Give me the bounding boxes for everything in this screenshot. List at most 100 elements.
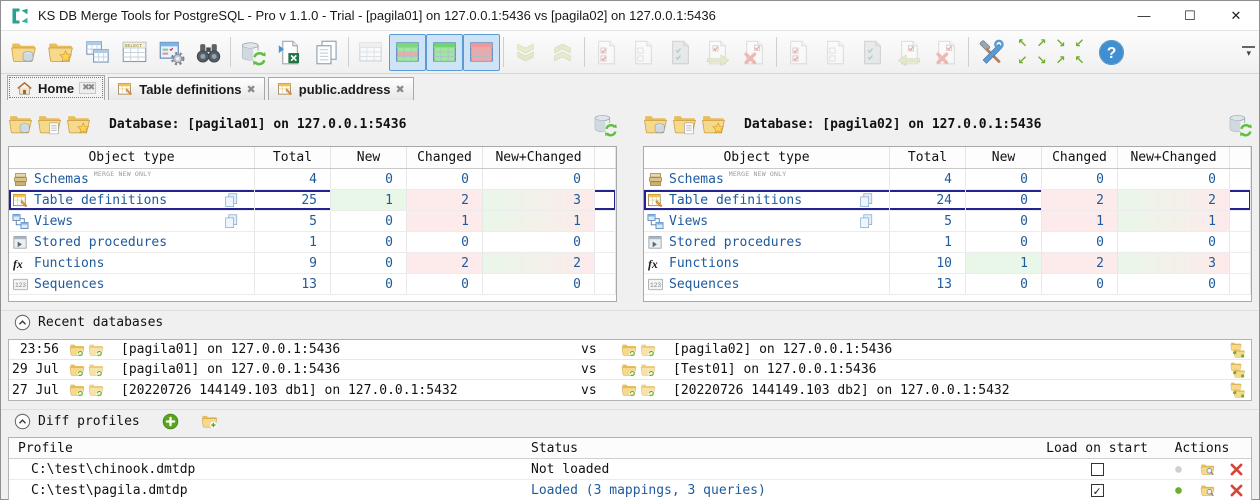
- object-type-label[interactable]: Functions: [34, 256, 104, 271]
- diff-profile-row[interactable]: C:\test\chinook.dmtdpNot loaded: [9, 459, 1251, 480]
- show-grid-button[interactable]: [352, 34, 389, 71]
- check-identical-right-button[interactable]: [854, 34, 891, 71]
- object-type-row[interactable]: 123Sequences13000: [9, 274, 616, 295]
- open-right-database-button[interactable]: [621, 342, 637, 358]
- open-right-database-button[interactable]: [621, 382, 637, 398]
- object-type-row[interactable]: Views5011: [644, 211, 1251, 232]
- refresh-left-database-button[interactable]: [592, 112, 617, 137]
- export-excel-button[interactable]: [271, 34, 308, 71]
- open-right-script-button[interactable]: [640, 342, 656, 358]
- panel-arrow-icon[interactable]: ↗: [1032, 35, 1051, 52]
- open-pair-button[interactable]: [1230, 362, 1246, 378]
- uncheck-all-left-button[interactable]: [625, 34, 662, 71]
- copy-button[interactable]: [308, 34, 345, 71]
- delete-profile-button[interactable]: [1229, 483, 1244, 498]
- data-diff-button[interactable]: SELECT: [116, 34, 153, 71]
- open-pair-button[interactable]: [1230, 342, 1246, 358]
- copy-objects-button[interactable]: [223, 192, 240, 209]
- open-right-script-button[interactable]: [672, 112, 697, 137]
- object-type-label[interactable]: Schemas: [669, 172, 724, 187]
- open-left-script-button[interactable]: [88, 362, 104, 378]
- open-left-recent-button[interactable]: [66, 112, 91, 137]
- show-new-rows-button[interactable]: [426, 34, 463, 71]
- recent-database-row[interactable]: 29 Jul[pagila01] on 127.0.0.1:5436vs[Tes…: [9, 360, 1251, 380]
- recent-database-row[interactable]: 23:56[pagila01] on 127.0.0.1:5436vs[pagi…: [9, 340, 1251, 360]
- open-right-script-button[interactable]: [640, 382, 656, 398]
- settings-button[interactable]: [972, 34, 1009, 71]
- object-type-row[interactable]: SchemasMERGE NEW ONLY4000: [644, 169, 1251, 190]
- object-type-label[interactable]: Functions: [669, 256, 739, 271]
- open-comparison-button[interactable]: [5, 34, 42, 71]
- new-comparison-button[interactable]: [42, 34, 79, 71]
- check-all-left-button[interactable]: [588, 34, 625, 71]
- diff-options-button[interactable]: [153, 34, 190, 71]
- open-left-script-button[interactable]: [88, 342, 104, 358]
- object-type-row[interactable]: 123Sequences13000: [644, 274, 1251, 295]
- object-type-row[interactable]: Views5011: [9, 211, 616, 232]
- load-on-start-checkbox[interactable]: ✓: [1091, 484, 1104, 497]
- browse-profile-button[interactable]: [1200, 462, 1215, 477]
- close-all-tabs-icon[interactable]: ✖✖: [79, 82, 96, 94]
- object-type-row[interactable]: Table definitions25123: [9, 190, 616, 211]
- object-type-row[interactable]: SchemasMERGE NEW ONLY4000: [9, 169, 616, 190]
- apply-to-right-button[interactable]: [699, 34, 736, 71]
- tab-public-address[interactable]: public.address✖: [268, 77, 414, 100]
- open-right-database-button[interactable]: [643, 112, 668, 137]
- uncheck-all-right-button[interactable]: [817, 34, 854, 71]
- maximize-button[interactable]: ☐: [1167, 1, 1213, 30]
- sync-down-button[interactable]: [507, 34, 544, 71]
- refresh-databases-button[interactable]: [234, 34, 271, 71]
- object-type-label[interactable]: Views: [34, 214, 73, 229]
- show-all-rows-button[interactable]: [389, 34, 426, 71]
- toolbar-overflow-button[interactable]: ▾: [1242, 46, 1255, 58]
- open-left-database-button[interactable]: [8, 112, 33, 137]
- open-right-script-button[interactable]: [640, 362, 656, 378]
- check-identical-left-button[interactable]: [662, 34, 699, 71]
- open-left-database-button[interactable]: [69, 342, 85, 358]
- load-on-start-checkbox[interactable]: [1091, 463, 1104, 476]
- browse-profile-button[interactable]: [1200, 483, 1215, 498]
- object-type-row[interactable]: Stored procedures1000: [9, 232, 616, 253]
- open-right-recent-button[interactable]: [701, 112, 726, 137]
- panel-arrow-icon[interactable]: ↙: [1070, 35, 1089, 52]
- panel-arrow-icon[interactable]: ↘: [1032, 52, 1051, 69]
- object-type-label[interactable]: Stored procedures: [669, 235, 802, 250]
- panel-arrow-icon[interactable]: ↘: [1051, 35, 1070, 52]
- cancel-right-script-button[interactable]: [736, 34, 773, 71]
- close-tab-icon[interactable]: ✖: [396, 83, 405, 96]
- object-type-row[interactable]: fxFunctions9022: [9, 253, 616, 274]
- panel-arrow-icon[interactable]: ↖: [1070, 52, 1089, 69]
- collapse-recent-icon[interactable]: [14, 314, 31, 331]
- close-tab-icon[interactable]: ✖: [247, 83, 256, 96]
- find-button[interactable]: [190, 34, 227, 71]
- sync-up-button[interactable]: [544, 34, 581, 71]
- open-left-database-button[interactable]: [69, 382, 85, 398]
- object-type-label[interactable]: Stored procedures: [34, 235, 167, 250]
- object-type-label[interactable]: Views: [669, 214, 708, 229]
- copy-objects-button[interactable]: [858, 192, 875, 209]
- open-profile-folder-icon[interactable]: [201, 413, 218, 430]
- show-changed-rows-button[interactable]: [463, 34, 500, 71]
- close-button[interactable]: ✕: [1213, 1, 1259, 30]
- help-button[interactable]: ?: [1093, 34, 1130, 71]
- collapse-profiles-icon[interactable]: [14, 413, 31, 430]
- open-pair-button[interactable]: [1230, 382, 1246, 398]
- object-type-row[interactable]: Stored procedures1000: [644, 232, 1251, 253]
- schema-diff-button[interactable]: [79, 34, 116, 71]
- tab-table-definitions[interactable]: Table definitions✖: [108, 77, 265, 100]
- refresh-right-database-button[interactable]: [1227, 112, 1252, 137]
- check-all-right-button[interactable]: [780, 34, 817, 71]
- object-type-row[interactable]: fxFunctions10123: [644, 253, 1251, 274]
- copy-objects-button[interactable]: [223, 213, 240, 230]
- object-type-label[interactable]: Sequences: [34, 277, 104, 292]
- minimize-button[interactable]: —: [1121, 1, 1167, 30]
- panel-arrows[interactable]: ↖↗↘↙↙↘↗↖: [1009, 34, 1093, 71]
- object-type-label[interactable]: Table definitions: [669, 193, 802, 208]
- add-profile-icon[interactable]: [162, 413, 179, 430]
- panel-arrow-icon[interactable]: ↗: [1051, 52, 1070, 69]
- open-left-database-button[interactable]: [69, 362, 85, 378]
- object-type-row[interactable]: Table definitions24022: [644, 190, 1251, 211]
- copy-objects-button[interactable]: [858, 213, 875, 230]
- object-type-label[interactable]: Table definitions: [34, 193, 167, 208]
- diff-profile-row[interactable]: C:\test\pagila.dmtdpLoaded (3 mappings, …: [9, 480, 1251, 500]
